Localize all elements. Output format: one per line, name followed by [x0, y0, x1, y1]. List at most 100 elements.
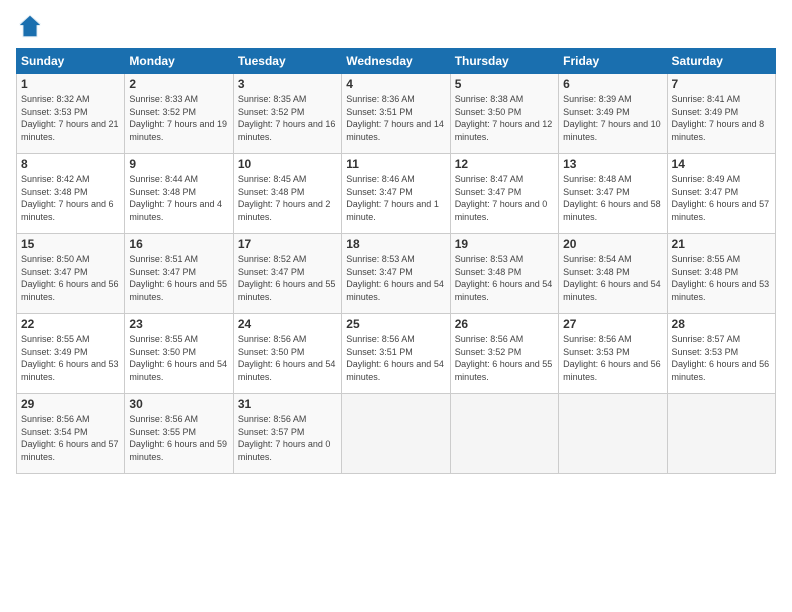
day-detail: Sunrise: 8:53 AMSunset: 3:47 PMDaylight:… — [346, 253, 445, 303]
day-number: 19 — [455, 237, 554, 251]
calendar-cell: 29 Sunrise: 8:56 AMSunset: 3:54 PMDayligh… — [17, 394, 125, 474]
day-detail: Sunrise: 8:39 AMSunset: 3:49 PMDaylight:… — [563, 93, 662, 143]
calendar-cell: 12 Sunrise: 8:47 AMSunset: 3:47 PMDayligh… — [450, 154, 558, 234]
day-number: 10 — [238, 157, 337, 171]
day-number: 15 — [21, 237, 120, 251]
day-detail: Sunrise: 8:50 AMSunset: 3:47 PMDaylight:… — [21, 253, 120, 303]
day-number: 12 — [455, 157, 554, 171]
day-number: 26 — [455, 317, 554, 331]
calendar-cell: 10 Sunrise: 8:45 AMSunset: 3:48 PMDayligh… — [233, 154, 341, 234]
calendar-cell: 13Sunrise: 8:48 AMSunset: 3:47 PMDayligh… — [559, 154, 667, 234]
day-detail: Sunrise: 8:33 AMSunset: 3:52 PMDaylight:… — [129, 93, 228, 143]
calendar-cell: 4 Sunrise: 8:36 AMSunset: 3:51 PMDaylight… — [342, 74, 450, 154]
col-header-wednesday: Wednesday — [342, 49, 450, 74]
day-number: 11 — [346, 157, 445, 171]
day-detail: Sunrise: 8:56 AMSunset: 3:54 PMDaylight:… — [21, 413, 120, 463]
day-detail: Sunrise: 8:41 AMSunset: 3:49 PMDaylight:… — [672, 93, 771, 143]
day-number: 31 — [238, 397, 337, 411]
col-header-tuesday: Tuesday — [233, 49, 341, 74]
calendar-cell: 26 Sunrise: 8:56 AMSunset: 3:52 PMDayligh… — [450, 314, 558, 394]
day-number: 24 — [238, 317, 337, 331]
calendar-cell: 6 Sunrise: 8:39 AMSunset: 3:49 PMDaylight… — [559, 74, 667, 154]
day-detail: Sunrise: 8:32 AMSunset: 3:53 PMDaylight:… — [21, 93, 120, 143]
day-number: 23 — [129, 317, 228, 331]
calendar-cell: 30 Sunrise: 8:56 AMSunset: 3:55 PMDayligh… — [125, 394, 233, 474]
day-number: 28 — [672, 317, 771, 331]
calendar-cell: 5 Sunrise: 8:38 AMSunset: 3:50 PMDaylight… — [450, 74, 558, 154]
calendar-cell: 20Sunrise: 8:54 AMSunset: 3:48 PMDayligh… — [559, 234, 667, 314]
day-detail: Sunrise: 8:35 AMSunset: 3:52 PMDaylight:… — [238, 93, 337, 143]
day-number: 16 — [129, 237, 228, 251]
day-detail: Sunrise: 8:38 AMSunset: 3:50 PMDaylight:… — [455, 93, 554, 143]
day-detail: Sunrise: 8:56 AMSunset: 3:52 PMDaylight:… — [455, 333, 554, 383]
day-detail: Sunrise: 8:51 AMSunset: 3:47 PMDaylight:… — [129, 253, 228, 303]
day-detail: Sunrise: 8:55 AMSunset: 3:50 PMDaylight:… — [129, 333, 228, 383]
day-number: 5 — [455, 77, 554, 91]
day-detail: Sunrise: 8:46 AMSunset: 3:47 PMDaylight:… — [346, 173, 445, 223]
calendar-cell: 8Sunrise: 8:42 AMSunset: 3:48 PMDaylight… — [17, 154, 125, 234]
day-detail: Sunrise: 8:55 AMSunset: 3:48 PMDaylight:… — [672, 253, 771, 303]
week-row-3: 15 Sunrise: 8:50 AMSunset: 3:47 PMDayligh… — [17, 234, 776, 314]
day-detail: Sunrise: 8:52 AMSunset: 3:47 PMDaylight:… — [238, 253, 337, 303]
header-row-days: SundayMondayTuesdayWednesdayThursdayFrid… — [17, 49, 776, 74]
day-number: 25 — [346, 317, 445, 331]
day-number: 7 — [672, 77, 771, 91]
calendar-cell: 25 Sunrise: 8:56 AMSunset: 3:51 PMDayligh… — [342, 314, 450, 394]
day-number: 21 — [672, 237, 771, 251]
calendar-cell: 3 Sunrise: 8:35 AMSunset: 3:52 PMDaylight… — [233, 74, 341, 154]
calendar-cell: 18 Sunrise: 8:53 AMSunset: 3:47 PMDayligh… — [342, 234, 450, 314]
calendar-table: SundayMondayTuesdayWednesdayThursdayFrid… — [16, 48, 776, 474]
calendar-cell: 22 Sunrise: 8:55 AMSunset: 3:49 PMDayligh… — [17, 314, 125, 394]
calendar-cell: 1 Sunrise: 8:32 AMSunset: 3:53 PMDaylight… — [17, 74, 125, 154]
day-detail: Sunrise: 8:45 AMSunset: 3:48 PMDaylight:… — [238, 173, 337, 223]
col-header-monday: Monday — [125, 49, 233, 74]
calendar-container: SundayMondayTuesdayWednesdayThursdayFrid… — [0, 0, 792, 482]
calendar-cell: 21 Sunrise: 8:55 AMSunset: 3:48 PMDayligh… — [667, 234, 775, 314]
week-row-4: 22 Sunrise: 8:55 AMSunset: 3:49 PMDayligh… — [17, 314, 776, 394]
calendar-cell: 2Sunrise: 8:33 AMSunset: 3:52 PMDaylight… — [125, 74, 233, 154]
day-number: 17 — [238, 237, 337, 251]
day-detail: Sunrise: 8:56 AMSunset: 3:50 PMDaylight:… — [238, 333, 337, 383]
col-header-sunday: Sunday — [17, 49, 125, 74]
day-detail: Sunrise: 8:57 AMSunset: 3:53 PMDaylight:… — [672, 333, 771, 383]
day-detail: Sunrise: 8:56 AMSunset: 3:53 PMDaylight:… — [563, 333, 662, 383]
logo-icon — [16, 12, 44, 40]
calendar-cell: 28 Sunrise: 8:57 AMSunset: 3:53 PMDayligh… — [667, 314, 775, 394]
day-number: 22 — [21, 317, 120, 331]
day-number: 29 — [21, 397, 120, 411]
day-number: 14 — [672, 157, 771, 171]
calendar-cell: 19 Sunrise: 8:53 AMSunset: 3:48 PMDayligh… — [450, 234, 558, 314]
logo — [16, 12, 48, 40]
calendar-cell: 27Sunrise: 8:56 AMSunset: 3:53 PMDayligh… — [559, 314, 667, 394]
day-number: 13 — [563, 157, 662, 171]
day-detail: Sunrise: 8:53 AMSunset: 3:48 PMDaylight:… — [455, 253, 554, 303]
day-number: 9 — [129, 157, 228, 171]
day-detail: Sunrise: 8:55 AMSunset: 3:49 PMDaylight:… — [21, 333, 120, 383]
calendar-cell: 9Sunrise: 8:44 AMSunset: 3:48 PMDaylight… — [125, 154, 233, 234]
day-detail: Sunrise: 8:56 AMSunset: 3:55 PMDaylight:… — [129, 413, 228, 463]
calendar-cell — [342, 394, 450, 474]
day-detail: Sunrise: 8:42 AMSunset: 3:48 PMDaylight:… — [21, 173, 120, 223]
calendar-cell: 24 Sunrise: 8:56 AMSunset: 3:50 PMDayligh… — [233, 314, 341, 394]
day-number: 6 — [563, 77, 662, 91]
day-number: 18 — [346, 237, 445, 251]
day-detail: Sunrise: 8:36 AMSunset: 3:51 PMDaylight:… — [346, 93, 445, 143]
week-row-2: 8Sunrise: 8:42 AMSunset: 3:48 PMDaylight… — [17, 154, 776, 234]
day-detail: Sunrise: 8:56 AMSunset: 3:51 PMDaylight:… — [346, 333, 445, 383]
calendar-cell: 14 Sunrise: 8:49 AMSunset: 3:47 PMDayligh… — [667, 154, 775, 234]
day-number: 4 — [346, 77, 445, 91]
day-detail: Sunrise: 8:56 AMSunset: 3:57 PMDaylight:… — [238, 413, 337, 463]
col-header-saturday: Saturday — [667, 49, 775, 74]
day-detail: Sunrise: 8:47 AMSunset: 3:47 PMDaylight:… — [455, 173, 554, 223]
week-row-5: 29 Sunrise: 8:56 AMSunset: 3:54 PMDayligh… — [17, 394, 776, 474]
calendar-cell: 23 Sunrise: 8:55 AMSunset: 3:50 PMDayligh… — [125, 314, 233, 394]
day-number: 1 — [21, 77, 120, 91]
day-number: 3 — [238, 77, 337, 91]
day-number: 30 — [129, 397, 228, 411]
col-header-friday: Friday — [559, 49, 667, 74]
calendar-cell: 11 Sunrise: 8:46 AMSunset: 3:47 PMDayligh… — [342, 154, 450, 234]
day-detail: Sunrise: 8:49 AMSunset: 3:47 PMDaylight:… — [672, 173, 771, 223]
calendar-cell: 17 Sunrise: 8:52 AMSunset: 3:47 PMDayligh… — [233, 234, 341, 314]
calendar-cell: 31 Sunrise: 8:56 AMSunset: 3:57 PMDayligh… — [233, 394, 341, 474]
header-row — [16, 12, 776, 40]
